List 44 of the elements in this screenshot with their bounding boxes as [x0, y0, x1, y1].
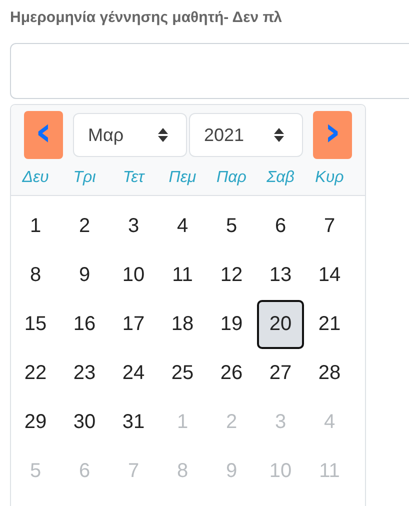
month-select[interactable]: Μαρ — [73, 113, 187, 157]
weekday-label: Κυρ — [314, 169, 345, 187]
year-select[interactable]: 2021 — [189, 113, 303, 157]
day-cell[interactable]: 17 — [110, 300, 157, 349]
day-cell[interactable]: 25 — [159, 349, 206, 398]
day-cell[interactable]: 18 — [159, 300, 206, 349]
day-cell[interactable]: 26 — [208, 349, 255, 398]
day-cell[interactable]: 27 — [257, 349, 304, 398]
weekday-label: Σαβ — [266, 169, 296, 187]
day-cell[interactable]: 1 — [12, 202, 59, 251]
day-cell[interactable]: 31 — [110, 398, 157, 447]
day-cell[interactable]: 19 — [208, 300, 255, 349]
day-cell[interactable]: 12 — [208, 251, 255, 300]
day-cell[interactable]: 4 — [159, 202, 206, 251]
day-cell[interactable]: 21 — [306, 300, 353, 349]
day-cell[interactable]: 29 — [12, 398, 59, 447]
weekday-label: Πεμ — [168, 169, 198, 187]
day-cell[interactable]: 10 — [110, 251, 157, 300]
day-cell[interactable]: 11 — [159, 251, 206, 300]
day-cell[interactable]: 28 — [306, 349, 353, 398]
weekday-label: Τετ — [122, 169, 146, 187]
day-cell[interactable]: 13 — [257, 251, 304, 300]
up-down-arrows-icon — [158, 128, 168, 142]
day-cell[interactable]: 22 — [12, 349, 59, 398]
weekday-label: Τρι — [72, 169, 97, 187]
weekday-label: Δευ — [21, 169, 50, 187]
day-cell[interactable]: 6 — [257, 202, 304, 251]
day-cell[interactable]: 24 — [110, 349, 157, 398]
day-cell[interactable]: 16 — [61, 300, 108, 349]
day-cell[interactable]: 20 — [257, 300, 304, 349]
day-cell[interactable]: 14 — [306, 251, 353, 300]
weekday-label: Παρ — [216, 169, 248, 187]
field-label: Ημερομηνία γέννησης μαθητή- Δεν πλ — [10, 9, 283, 28]
day-cell[interactable]: 5 — [208, 202, 255, 251]
day-cell[interactable]: 2 — [61, 202, 108, 251]
day-cell[interactable]: 3 — [110, 202, 157, 251]
day-cell[interactable]: 8 — [12, 251, 59, 300]
up-down-arrows-icon — [274, 128, 284, 142]
day-cell[interactable]: 7 — [306, 202, 353, 251]
date-input-field[interactable] — [10, 43, 409, 99]
day-cell[interactable]: 30 — [61, 398, 108, 447]
day-cell[interactable]: 23 — [61, 349, 108, 398]
day-cell[interactable]: 9 — [61, 251, 108, 300]
day-cell[interactable]: 15 — [12, 300, 59, 349]
